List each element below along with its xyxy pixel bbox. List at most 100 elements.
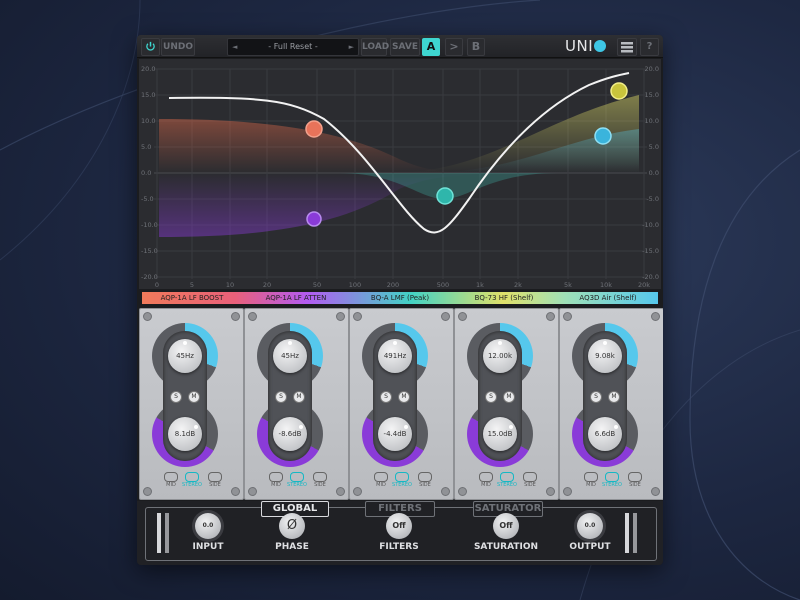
side-icon xyxy=(523,472,537,482)
mode-stereo[interactable]: STEREO xyxy=(390,472,414,488)
gain-knob[interactable]: -8.6dB xyxy=(273,417,307,451)
solo-button[interactable]: S xyxy=(485,391,497,403)
gain-value: -8.6dB xyxy=(278,430,302,438)
output-meter-left xyxy=(625,513,629,553)
mute-button[interactable]: M xyxy=(398,391,410,403)
freq-knob[interactable]: 45Hz xyxy=(273,339,307,373)
band-5-node[interactable] xyxy=(594,127,612,145)
knob-indicator xyxy=(498,341,502,345)
x-tick-label: 1k xyxy=(476,281,484,289)
preset-name: - Full Reset - xyxy=(268,42,318,51)
mode-side[interactable]: SIDE xyxy=(309,472,331,488)
side-icon xyxy=(628,472,642,482)
mode-mid[interactable]: MID xyxy=(160,472,182,488)
band-controls: 45Hz S M -8.6dB xyxy=(255,319,339,469)
freq-knob[interactable]: 9.08k xyxy=(588,339,622,373)
band-controls: 12.00k S M 15.0dB xyxy=(465,319,549,469)
eq-graph[interactable]: 20.0 15.0 10.0 5.0 0.0 -5.0 -10.0 -15.0 … xyxy=(139,59,661,289)
plugin-window: UNDO ◄ - Full Reset - ► LOAD SAVE A > B … xyxy=(137,35,663,565)
freq-value: 45Hz xyxy=(176,352,194,360)
y-tick-label: -15.0 xyxy=(141,247,158,255)
mode-mid[interactable]: MID xyxy=(265,472,287,488)
power-button[interactable] xyxy=(141,38,160,56)
gain-knob[interactable]: -4.4dB xyxy=(378,417,412,451)
y-tick-label: -15.0 xyxy=(642,247,659,255)
freq-value: 9.08k xyxy=(595,352,615,360)
undo-button[interactable]: UNDO xyxy=(161,38,195,56)
mode-stereo-label: STEREO xyxy=(497,482,517,488)
gain-knob[interactable]: 6.6dB xyxy=(588,417,622,451)
y-tick-label: 5.0 xyxy=(141,143,151,151)
mute-button[interactable]: M xyxy=(503,391,515,403)
band-4-node[interactable] xyxy=(610,82,628,100)
power-icon xyxy=(146,41,155,51)
global-section: GLOBAL FILTERS SATURATOR 0.0 INPUT Ø PHA… xyxy=(137,501,663,565)
filters-button[interactable]: Off xyxy=(386,513,412,539)
gain-value: 15.0dB xyxy=(487,430,513,438)
solo-button[interactable]: S xyxy=(275,391,287,403)
mode-stereo-label: STEREO xyxy=(287,482,307,488)
solo-button[interactable]: S xyxy=(170,391,182,403)
gain-knob[interactable]: 15.0dB xyxy=(483,417,517,451)
gain-value: 8.1dB xyxy=(174,430,196,438)
mode-mid[interactable]: MID xyxy=(475,472,497,488)
y-tick-label: 10.0 xyxy=(141,117,155,125)
mid-icon xyxy=(374,472,388,482)
knob-indicator xyxy=(183,341,187,345)
mode-side[interactable]: SIDE xyxy=(414,472,436,488)
mode-mid[interactable]: MID xyxy=(370,472,392,488)
freq-knob[interactable]: 491Hz xyxy=(378,339,412,373)
solo-button[interactable]: S xyxy=(590,391,602,403)
saturation-button[interactable]: Off xyxy=(493,513,519,539)
gain-knob[interactable]: 8.1dB xyxy=(168,417,202,451)
help-button[interactable]: ? xyxy=(640,38,659,56)
mode-stereo[interactable]: STEREO xyxy=(495,472,519,488)
mute-button[interactable]: M xyxy=(293,391,305,403)
phase-label: PHASE xyxy=(275,542,309,552)
knob-indicator xyxy=(603,341,607,345)
screw-icon xyxy=(353,487,362,496)
ab-copy-button[interactable]: > xyxy=(445,38,463,56)
freq-knob[interactable]: 12.00k xyxy=(483,339,517,373)
band-module-5: 9.08k S M 6.6dB MID STEREO SIDE xyxy=(559,308,663,500)
screw-icon xyxy=(651,487,660,496)
input-knob[interactable]: 0.0 xyxy=(195,513,221,539)
phase-button[interactable]: Ø xyxy=(279,513,305,539)
ab-b-button[interactable]: B xyxy=(467,38,485,56)
load-button[interactable]: LOAD xyxy=(361,38,389,56)
mute-button[interactable]: M xyxy=(608,391,620,403)
mode-side-label: SIDE xyxy=(314,482,326,488)
band-3-node[interactable] xyxy=(436,187,454,205)
mode-mid-label: MID xyxy=(586,482,596,488)
mode-side[interactable]: SIDE xyxy=(204,472,226,488)
band-module-3: 491Hz S M -4.4dB MID STEREO SIDE xyxy=(349,308,454,500)
toolbar: UNDO ◄ - Full Reset - ► LOAD SAVE A > B … xyxy=(137,35,663,58)
mode-stereo[interactable]: STEREO xyxy=(285,472,309,488)
band-2-node[interactable] xyxy=(306,211,322,227)
mode-mid[interactable]: MID xyxy=(580,472,602,488)
preset-next-icon[interactable]: ► xyxy=(349,39,354,55)
logo-dot-icon xyxy=(594,40,607,52)
solo-button[interactable]: S xyxy=(380,391,392,403)
side-icon xyxy=(208,472,222,482)
band-1-node[interactable] xyxy=(305,120,323,138)
mode-side-label: SIDE xyxy=(524,482,536,488)
mute-button[interactable]: M xyxy=(188,391,200,403)
mode-stereo-label: STEREO xyxy=(182,482,202,488)
mode-stereo-label: STEREO xyxy=(392,482,412,488)
mode-side[interactable]: SIDE xyxy=(519,472,541,488)
mode-stereo[interactable]: STEREO xyxy=(180,472,204,488)
save-button[interactable]: SAVE xyxy=(390,38,420,56)
mode-stereo[interactable]: STEREO xyxy=(600,472,624,488)
preset-selector[interactable]: ◄ - Full Reset - ► xyxy=(227,38,359,56)
x-tick-label: 100 xyxy=(349,281,361,289)
side-icon xyxy=(313,472,327,482)
screw-icon xyxy=(336,487,345,496)
freq-knob[interactable]: 45Hz xyxy=(168,339,202,373)
ab-a-button[interactable]: A xyxy=(422,38,440,56)
screw-icon xyxy=(563,487,572,496)
output-knob[interactable]: 0.0 xyxy=(577,513,603,539)
mode-side[interactable]: SIDE xyxy=(624,472,646,488)
menu-button[interactable] xyxy=(617,38,637,56)
preset-prev-icon[interactable]: ◄ xyxy=(232,39,237,55)
